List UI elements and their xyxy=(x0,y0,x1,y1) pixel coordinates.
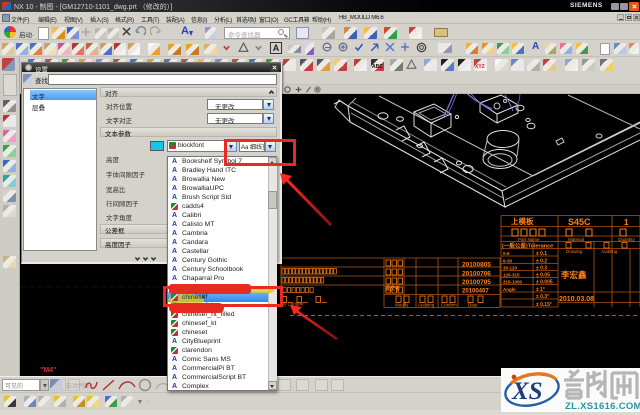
svg-text:提交者: 提交者 xyxy=(385,285,400,292)
svg-text:2010.03.08: 2010.03.08 xyxy=(559,296,594,303)
svg-text:± 0.005: ± 0.005 xyxy=(536,280,553,286)
svg-text:120-315: 120-315 xyxy=(503,273,520,278)
svg-text:Part Name: Part Name xyxy=(518,237,540,242)
svg-text:± 0.3: ± 0.3 xyxy=(536,266,547,272)
svg-text:± 0.2: ± 0.2 xyxy=(536,259,547,265)
svg-text:± 1°: ± 1° xyxy=(536,287,545,293)
svg-text:6-30: 6-30 xyxy=(503,259,513,264)
svg-text:ZL.XS1616.COM: ZL.XS1616.COM xyxy=(565,401,640,412)
svg-text:Auditing: Auditing xyxy=(601,249,618,254)
svg-text:315-1000: 315-1000 xyxy=(503,280,523,285)
svg-text:Material: Material xyxy=(568,237,584,242)
svg-text:0-6: 0-6 xyxy=(503,251,510,256)
svg-text:20100805: 20100805 xyxy=(462,262,491,269)
svg-text:± 0.3°: ± 0.3° xyxy=(536,294,549,300)
svg-text:Modify: Modify xyxy=(395,303,409,308)
svg-text:S45C: S45C xyxy=(568,217,591,227)
svg-text:1: 1 xyxy=(624,218,629,227)
svg-text:"M4": "M4" xyxy=(40,367,56,374)
svg-text:± 0.15°: ± 0.15° xyxy=(536,302,552,308)
svg-text:30-120: 30-120 xyxy=(503,266,518,271)
svg-text:Confirm: Confirm xyxy=(441,303,457,308)
svg-text:20100705: 20100705 xyxy=(462,279,491,286)
svg-text:Angle: Angle xyxy=(503,287,516,292)
svg-text:上模板: 上模板 xyxy=(511,216,534,226)
svg-text:20100706: 20100706 xyxy=(462,271,491,278)
svg-text:Date: Date xyxy=(468,303,478,308)
svg-text:20100407: 20100407 xyxy=(462,289,489,295)
svg-text:Auditing: Auditing xyxy=(418,303,435,308)
svg-text:XS: XS xyxy=(511,378,543,405)
svg-text:± 0.1: ± 0.1 xyxy=(536,251,547,257)
svg-text:Quantity: Quantity xyxy=(618,237,636,242)
svg-text:± 0.05: ± 0.05 xyxy=(536,273,550,279)
svg-text:Drawing: Drawing xyxy=(566,249,583,254)
svg-text:李宏鑫: 李宏鑫 xyxy=(560,270,587,280)
svg-text:(一般公差)Tolerance: (一般公差)Tolerance xyxy=(502,242,553,250)
